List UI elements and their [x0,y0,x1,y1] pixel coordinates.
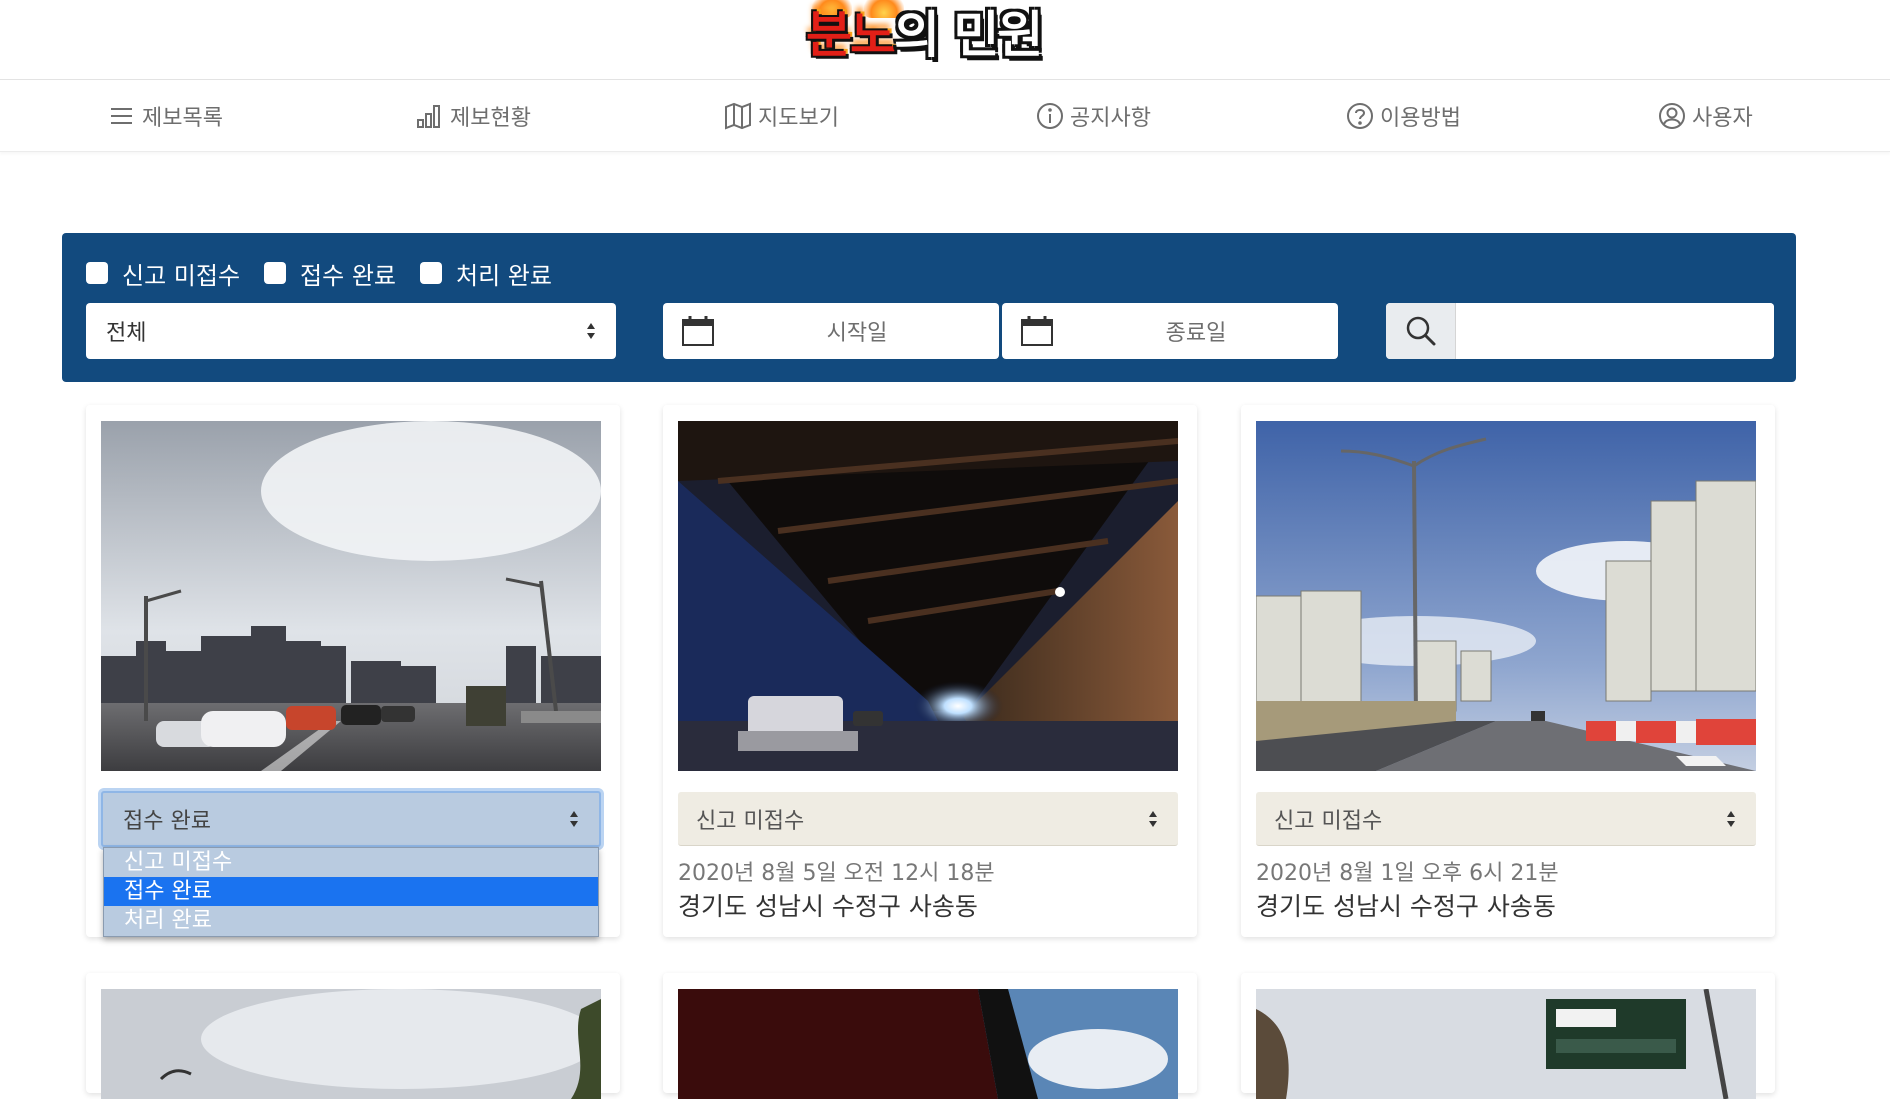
info-icon [1037,103,1063,129]
nav-label: 이용방법 [1380,106,1461,131]
nav-item-report-status[interactable]: 제보현황 [416,80,531,152]
user-icon [1659,103,1685,129]
category-select-value: 전체 [106,321,147,346]
status-select-value: 접수 완료 [123,809,211,834]
menu-icon [111,108,132,124]
status-checkbox-group: 신고 미접수 접수 완료 처리 완료 [86,253,576,293]
tunnel-photo[interactable] [678,421,1178,771]
status-select[interactable]: 신고 미접수 [678,792,1178,846]
category-select[interactable]: 전체 [86,303,616,359]
logo-text-main: 의 민원 [894,6,1043,64]
report-location: 경기도 성남시 수정구 사송동 [1256,892,1556,921]
report-date: 2020년 8월 5일 오전 12시 18분 [678,861,995,886]
select-arrows-icon [570,811,578,827]
checkbox-not-received[interactable]: 신고 미접수 [86,256,240,291]
report-photo[interactable] [101,989,601,1099]
select-arrows-icon [587,323,595,339]
search-box [1386,303,1774,359]
calendar-icon [1021,316,1053,346]
nav-item-report-list[interactable]: 제보목록 [108,80,223,152]
report-card[interactable]: 접수 완료 신고 미접수 접수 완료 처리 완료 [86,405,620,937]
report-location: 경기도 성남시 수정구 사송동 [678,892,978,921]
checkbox-received[interactable]: 접수 완료 [264,256,396,291]
checkbox-box[interactable] [86,262,108,284]
dropdown-option-selected[interactable]: 접수 완료 [104,877,598,906]
nav-item-user[interactable]: 사용자 [1658,80,1753,152]
nav-label: 지도보기 [758,106,839,131]
report-photo[interactable] [678,989,1178,1099]
checkbox-processed[interactable]: 처리 완료 [419,256,552,291]
app-header: 분노의 민원 [0,0,1890,80]
calendar-icon [682,316,714,346]
start-date-field[interactable]: 시작일 [663,303,999,359]
highway-photo[interactable] [101,421,601,771]
nav-label: 공지사항 [1070,106,1151,131]
road-photo[interactable] [1256,421,1756,771]
checkbox-label: 접수 완료 [300,261,396,290]
select-arrows-icon [1149,810,1157,827]
nav-item-how-to-use[interactable]: 이용방법 [1346,80,1461,152]
select-arrows-icon [1727,810,1735,827]
dropdown-option[interactable]: 신고 미접수 [104,848,598,877]
report-photo[interactable] [1256,989,1756,1099]
filter-panel: 신고 미접수 접수 완료 처리 완료 전체 시작일 종료일 [62,233,1796,382]
nav-item-map-view[interactable]: 지도보기 [724,80,839,152]
logo[interactable]: 분노의 민원 [806,0,1050,76]
report-card[interactable] [86,973,620,1099]
report-card[interactable] [1241,973,1775,1099]
checkbox-box[interactable] [419,262,442,284]
search-button[interactable] [1386,303,1456,359]
end-date-field[interactable]: 종료일 [1002,303,1338,359]
report-date: 2020년 8월 1일 오후 6시 21분 [1256,861,1559,886]
status-select-value: 신고 미접수 [1274,808,1383,834]
nav-label: 사용자 [1692,106,1753,131]
dropdown-option[interactable]: 처리 완료 [104,906,598,935]
checkbox-box[interactable] [264,262,287,284]
bar-chart-icon [417,105,440,128]
logo-text-fire: 분노 [806,6,896,64]
start-date-placeholder: 시작일 [826,321,888,346]
nav-label: 제보현황 [450,106,531,131]
end-date-placeholder: 종료일 [1165,321,1227,346]
checkbox-label: 처리 완료 [455,261,552,290]
report-card[interactable] [663,973,1197,1099]
status-select[interactable]: 접수 완료 [101,791,601,847]
nav-label: 제보목록 [142,106,223,131]
search-icon [1406,316,1435,346]
status-dropdown-list: 신고 미접수 접수 완료 처리 완료 [103,847,599,937]
checkbox-label: 신고 미접수 [122,261,241,290]
status-select[interactable]: 신고 미접수 [1256,792,1756,846]
map-icon [725,102,751,130]
report-card[interactable]: 신고 미접수 2020년 8월 5일 오전 12시 18분 경기도 성남시 수정… [663,405,1197,937]
main-nav: 제보목록 제보현황 지도보기 공지사항 이용방법 사용자 [0,80,1890,152]
help-icon [1347,103,1373,129]
status-select-value: 신고 미접수 [696,808,805,834]
search-input[interactable] [1457,303,1774,359]
nav-item-notice[interactable]: 공지사항 [1036,80,1151,152]
report-card[interactable]: 신고 미접수 2020년 8월 1일 오후 6시 21분 경기도 성남시 수정구… [1241,405,1775,937]
